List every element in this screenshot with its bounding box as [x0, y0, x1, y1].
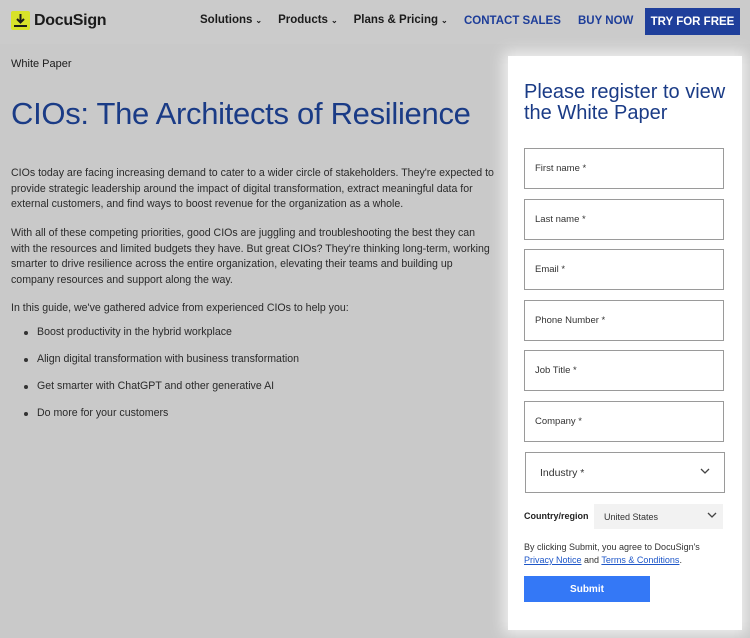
list-item-text: Do more for your customers [37, 407, 169, 419]
first-name-input[interactable] [524, 148, 724, 189]
guide-intro: In this guide, we've gathered advice fro… [11, 302, 349, 314]
chevron-down-icon [707, 512, 717, 518]
contact-sales-link[interactable]: CONTACT SALES [464, 15, 561, 27]
download-icon [11, 11, 30, 30]
country-label: Country/region [524, 511, 589, 521]
submit-button[interactable]: Submit [524, 576, 650, 602]
body-paragraph: With all of these competing priorities, … [11, 227, 490, 286]
chevron-down-icon: ⌄ [441, 15, 448, 25]
docusign-logo[interactable]: DocuSign [11, 11, 107, 30]
list-item: Align digital transformation with busine… [24, 353, 299, 380]
intro-paragraph: CIOs today are facing increasing demand … [11, 167, 494, 211]
try-for-free-button[interactable]: TRY FOR FREE [645, 8, 740, 35]
nav-plans-pricing[interactable]: Plans & Pricing ⌄ [354, 14, 448, 26]
bullet-icon [24, 412, 28, 416]
list-item: Get smarter with ChatGPT and other gener… [24, 380, 299, 407]
page-title: CIOs: The Architects of Resilience [11, 96, 471, 131]
bullet-icon [24, 385, 28, 389]
industry-select[interactable]: Industry * [525, 452, 725, 493]
job-title-input[interactable] [524, 350, 724, 391]
country-value: United States [604, 511, 659, 522]
buy-now-link[interactable]: BUY NOW [578, 15, 633, 27]
terms-conditions-link[interactable]: Terms & Conditions [601, 555, 679, 565]
bullet-icon [24, 358, 28, 362]
nav-label: Plans & Pricing [353, 14, 438, 26]
legal-notice: By clicking Submit, you agree to DocuSig… [524, 541, 734, 567]
registration-form: Please register to view the White Paper … [508, 56, 742, 630]
list-item: Boost productivity in the hybrid workpla… [24, 326, 299, 353]
legal-text: and [584, 555, 600, 565]
nav-products[interactable]: Products ⌄ [278, 14, 338, 26]
country-select[interactable]: United States [594, 504, 723, 529]
phone-number-input[interactable] [524, 300, 724, 341]
list-item-text: Align digital transformation with busine… [37, 353, 300, 365]
nav-label: Solutions [200, 14, 253, 26]
main-nav: Solutions ⌄ Products ⌄ Plans & Pricing ⌄ [200, 14, 464, 26]
chevron-down-icon [700, 468, 710, 474]
last-name-input[interactable] [524, 199, 724, 240]
chevron-down-icon: ⌄ [255, 15, 263, 25]
privacy-notice-link[interactable]: Privacy Notice [524, 555, 582, 565]
logo-text: DocuSign [34, 11, 107, 29]
legal-text: By clicking Submit, you agree to DocuSig… [524, 542, 700, 552]
company-input[interactable] [524, 401, 724, 442]
list-item: Do more for your customers [24, 407, 299, 434]
email-input[interactable] [524, 249, 724, 290]
content-type-label: White Paper [11, 58, 72, 70]
site-header: DocuSign Solutions ⌄ Products ⌄ Plans & … [0, 0, 750, 44]
nav-solutions[interactable]: Solutions ⌄ [200, 14, 262, 26]
benefits-list: Boost productivity in the hybrid workpla… [24, 326, 299, 434]
list-item-text: Boost productivity in the hybrid workpla… [37, 326, 232, 338]
nav-label: Products [278, 14, 328, 26]
legal-text: . [679, 555, 682, 565]
chevron-down-icon: ⌄ [330, 15, 338, 25]
bullet-icon [24, 331, 28, 335]
list-item-text: Get smarter with ChatGPT and other gener… [37, 380, 275, 392]
form-title: Please register to view the White Paper [524, 81, 726, 124]
industry-label: Industry * [540, 466, 585, 479]
